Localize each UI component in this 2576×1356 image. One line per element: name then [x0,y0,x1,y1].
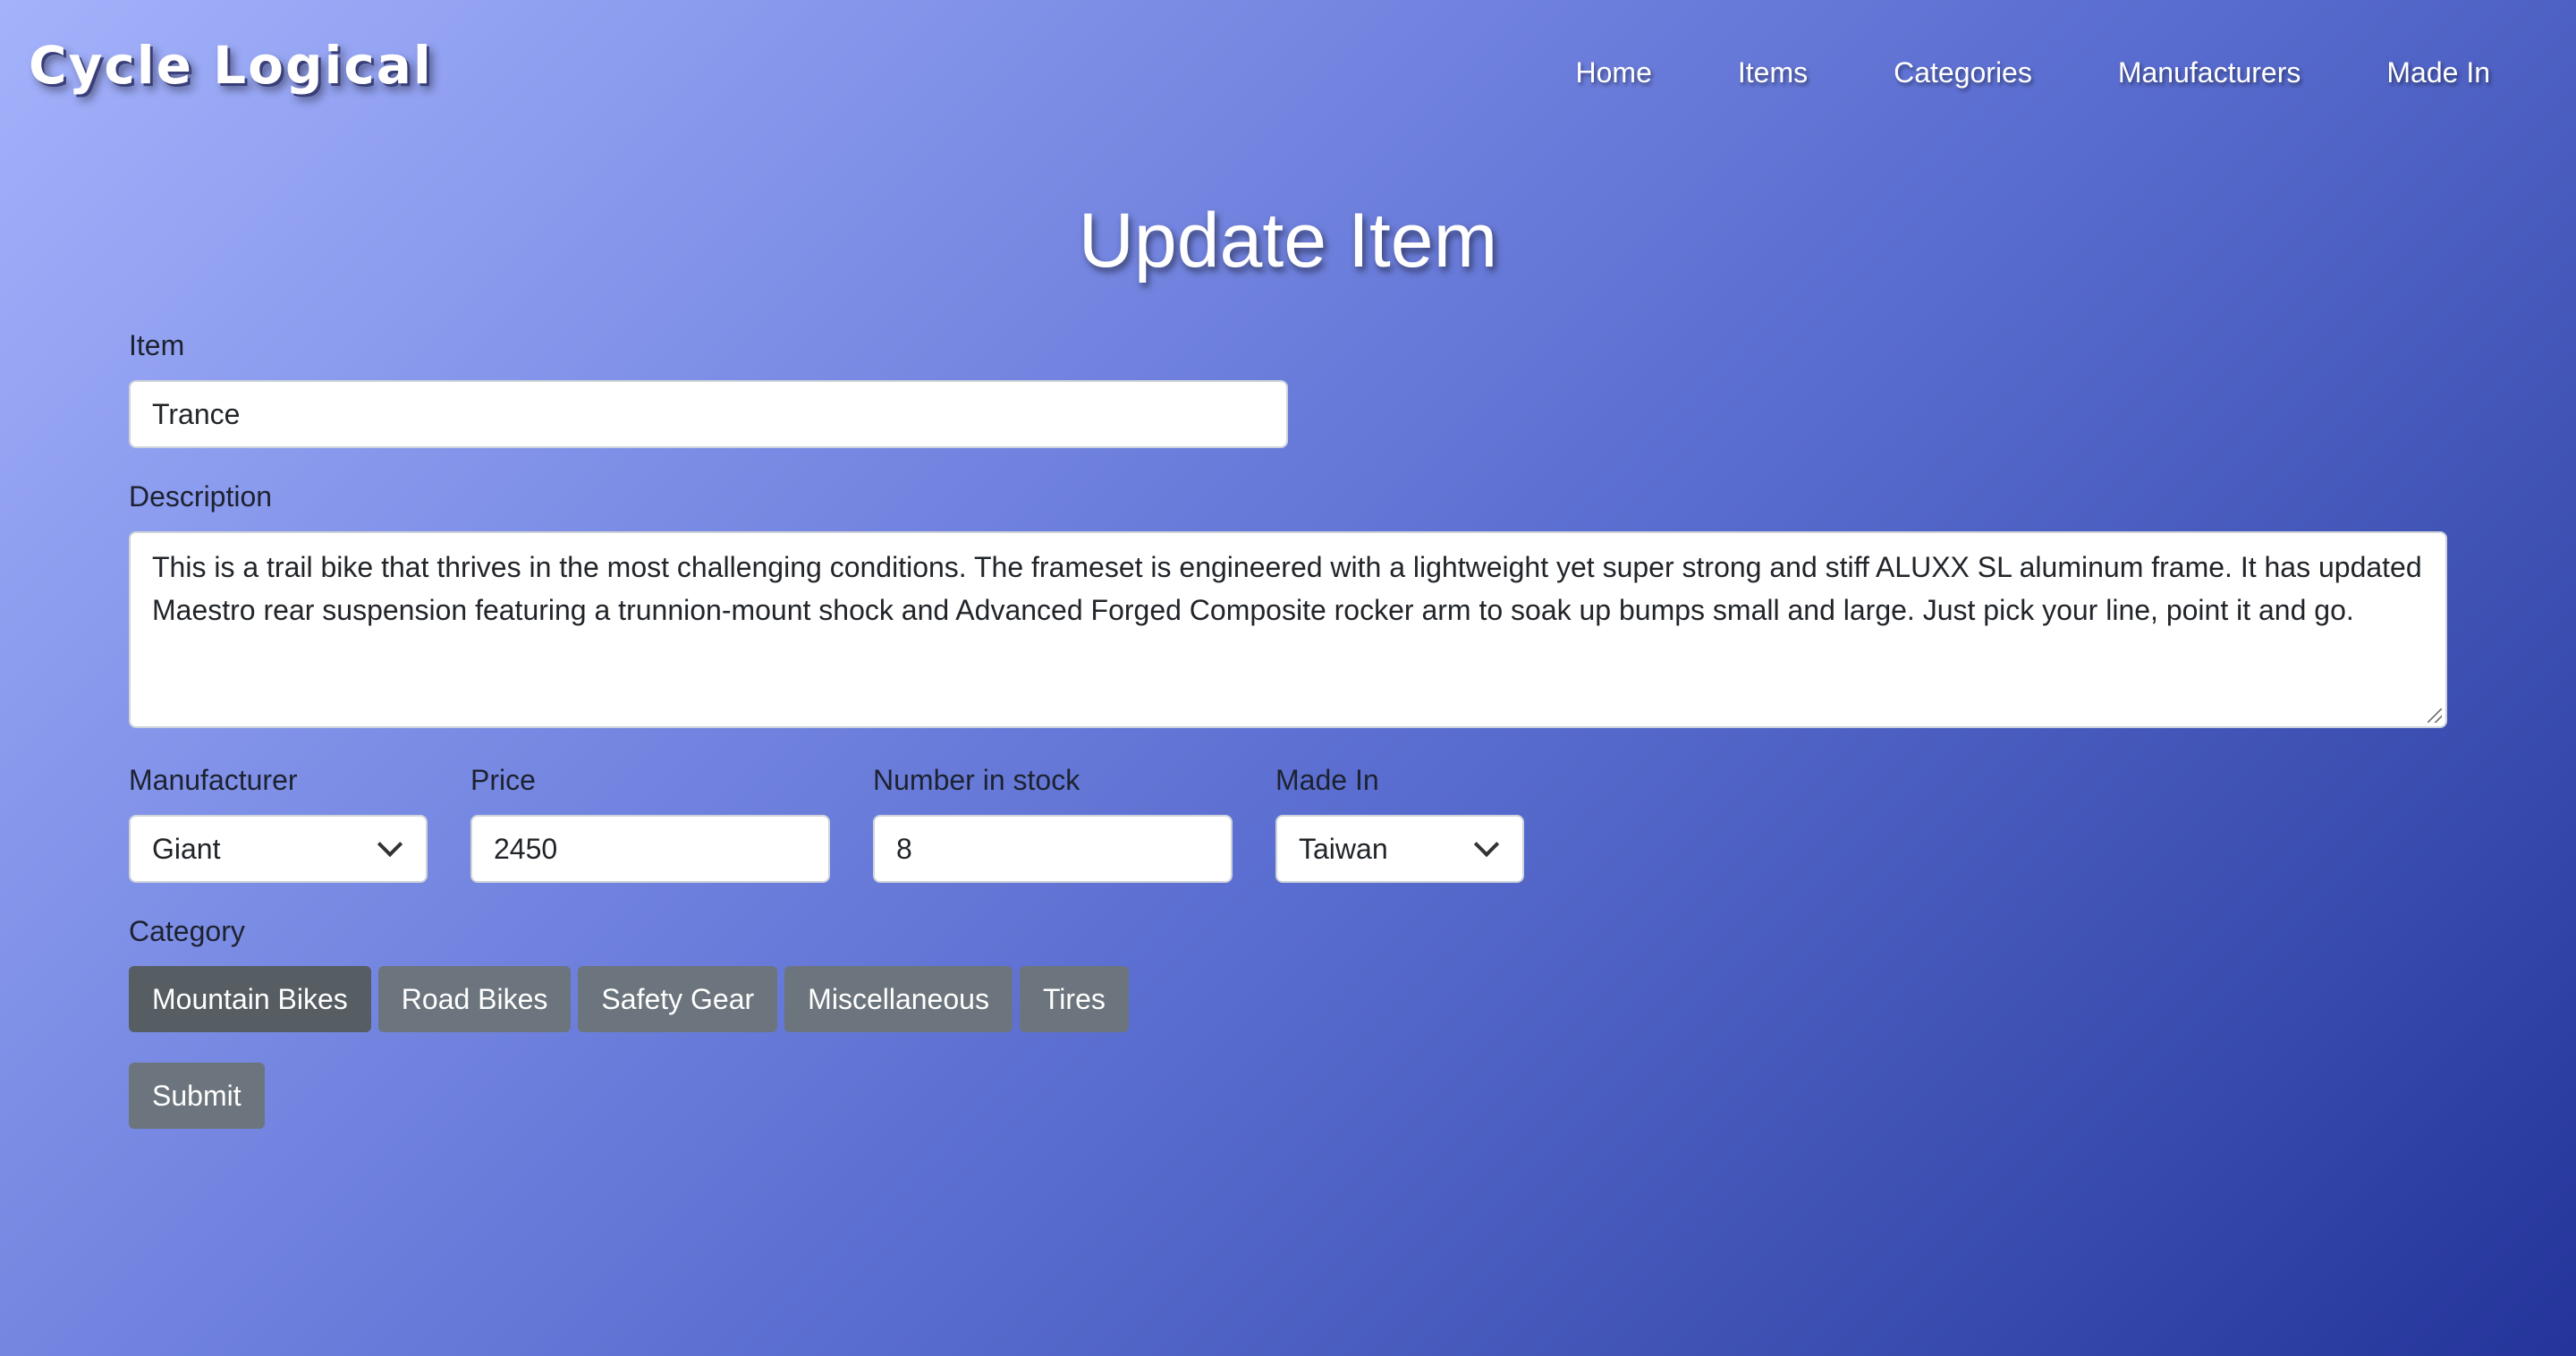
stock-field-group: Number in stock 8 [873,766,1233,883]
manufacturer-field-group: Manufacturer Giant [129,766,428,883]
submit-button[interactable]: Submit [129,1063,265,1129]
made-in-label: Made In [1275,764,1379,796]
item-input[interactable]: Trance [129,380,1288,448]
description-field-group: Description This is a trail bike that th… [129,482,2447,728]
category-button-group: Mountain Bikes Road Bikes Safety Gear Mi… [129,966,2447,1032]
price-label: Price [470,764,536,796]
page-title: Update Item [1078,198,1498,284]
resize-handle-icon[interactable] [2428,708,2442,723]
category-label: Category [129,915,245,947]
description-textarea[interactable]: This is a trail bike that thrives in the… [129,531,2447,728]
chevron-down-icon [1473,831,1500,858]
stock-value: 8 [896,832,912,865]
description-label: Description [129,480,273,513]
manufacturer-select[interactable]: Giant [129,815,428,883]
nav-link-made-in[interactable]: Made In [2386,56,2490,89]
manufacturer-selected-value: Giant [152,832,221,865]
details-row: Manufacturer Giant Price 2450 Number in … [129,766,2447,883]
item-value: Trance [152,397,241,430]
item-label: Item [129,329,185,361]
nav-link-categories[interactable]: Categories [1894,56,2032,89]
made-in-select[interactable]: Taiwan [1275,815,1524,883]
site-logo[interactable]: Cycle Logical [29,39,433,91]
update-item-form: Item Trance Description This is a trail … [129,331,2447,1129]
price-value: 2450 [494,832,558,865]
description-value: This is a trail bike that thrives in the… [152,551,2422,626]
nav-link-home[interactable]: Home [1576,56,1652,89]
category-button-safety-gear[interactable]: Safety Gear [578,966,778,1032]
category-field-group: Category Mountain Bikes Road Bikes Safet… [129,917,2447,1032]
made-in-field-group: Made In Taiwan [1275,766,1524,883]
made-in-selected-value: Taiwan [1299,832,1388,865]
stock-input[interactable]: 8 [873,815,1233,883]
main-nav: Home Items Categories Manufacturers Made… [1576,56,2491,89]
item-field-group: Item Trance [129,331,2447,448]
category-button-road-bikes[interactable]: Road Bikes [377,966,572,1032]
nav-link-items[interactable]: Items [1738,56,1808,89]
price-field-group: Price 2450 [470,766,830,883]
stock-label: Number in stock [873,764,1080,796]
nav-link-manufacturers[interactable]: Manufacturers [2118,56,2301,89]
category-button-tires[interactable]: Tires [1019,966,1129,1032]
price-input[interactable]: 2450 [470,815,830,883]
category-button-miscellaneous[interactable]: Miscellaneous [784,966,1013,1032]
category-button-mountain-bikes[interactable]: Mountain Bikes [129,966,371,1032]
manufacturer-label: Manufacturer [129,764,298,796]
chevron-down-icon [377,831,403,858]
